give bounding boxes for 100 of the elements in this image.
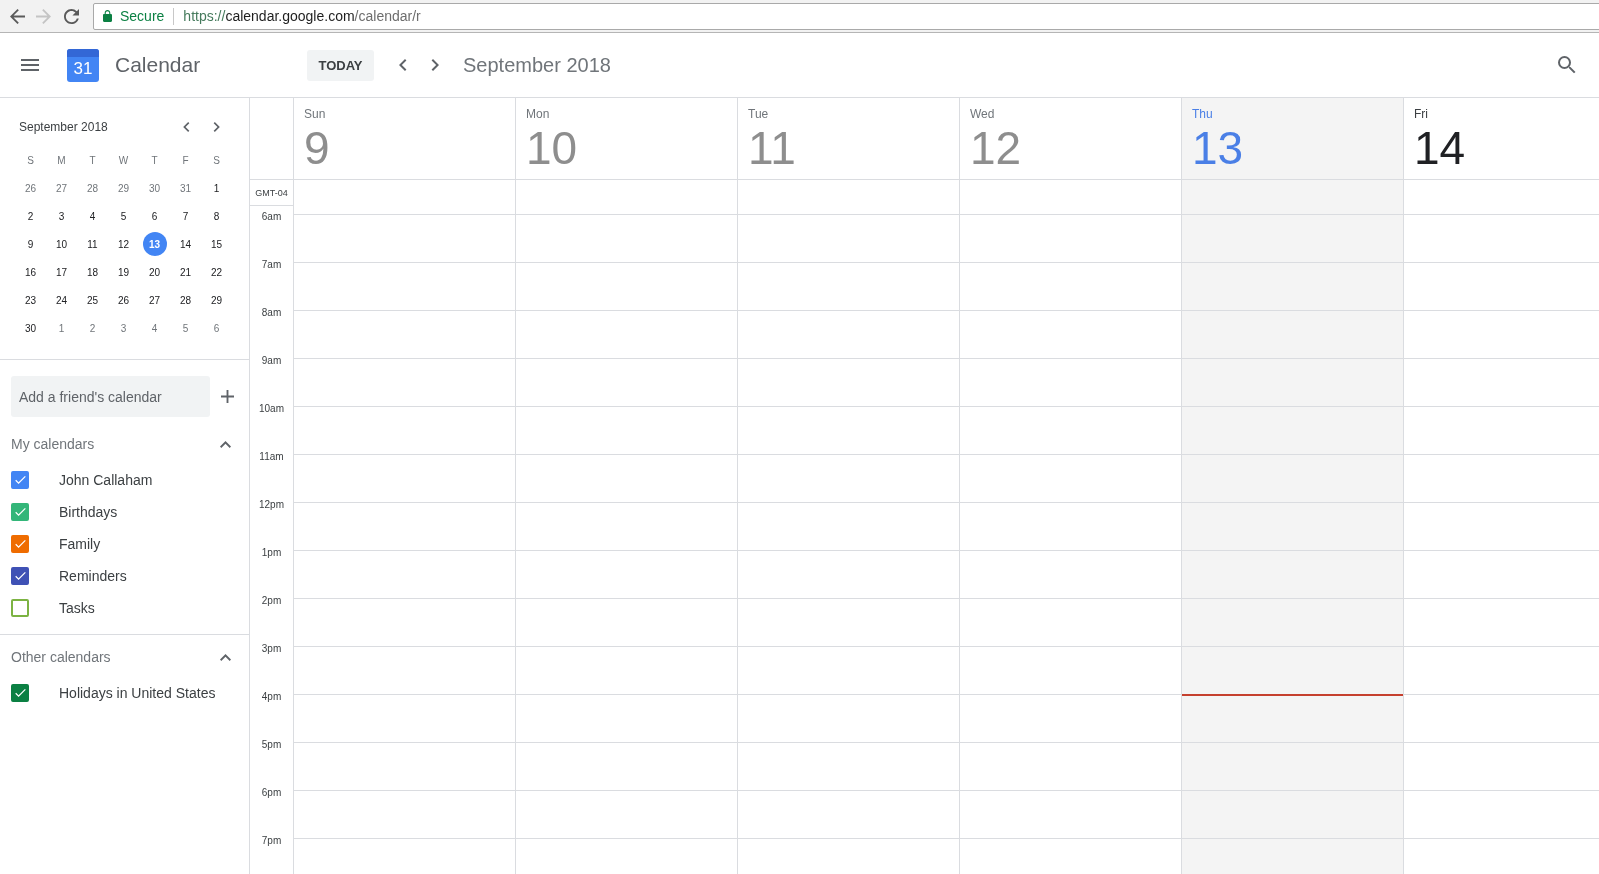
mini-calendar-day[interactable]: 18	[80, 260, 105, 284]
mini-calendar-day[interactable]: 19	[111, 260, 136, 284]
app-logo: 31	[67, 48, 99, 82]
back-button[interactable]	[7, 6, 27, 26]
plus-icon	[220, 390, 234, 403]
chevron-up-icon	[219, 440, 231, 448]
mini-calendar-day[interactable]: 9	[18, 232, 43, 256]
weekday-name: Fri	[1414, 106, 1428, 122]
check-icon	[14, 476, 26, 484]
mini-calendar-day[interactable]: 4	[80, 204, 105, 228]
weekday-name: Wed	[970, 106, 995, 122]
chevron-left-icon	[399, 59, 407, 71]
weekday-label: W	[117, 153, 130, 168]
add-calendar-button[interactable]	[220, 389, 234, 404]
day-number[interactable]: 14	[1414, 124, 1466, 172]
hour-label: 8am	[261, 307, 282, 319]
mini-calendar-day[interactable]: 30	[18, 316, 43, 340]
mini-calendar-day[interactable]: 5	[111, 204, 136, 228]
weekday-name: Sun	[304, 106, 326, 122]
check-icon	[14, 572, 26, 580]
weekday-label: F	[181, 153, 190, 168]
mini-calendar-day[interactable]: 6	[204, 316, 229, 340]
mini-calendar-day[interactable]: 26	[111, 288, 136, 312]
mini-calendar-day[interactable]: 4	[142, 316, 167, 340]
mini-calendar-day[interactable]: 20	[142, 260, 167, 284]
mini-calendar-day[interactable]: 30	[142, 176, 167, 200]
chevron-right-icon	[431, 59, 439, 71]
check-icon	[14, 508, 26, 516]
calendar-checkbox[interactable]	[11, 471, 29, 489]
timezone-label: GMT-04	[250, 180, 293, 206]
calendar-checkbox[interactable]	[11, 535, 29, 553]
hour-label: 2pm	[261, 595, 282, 607]
mini-calendar-day[interactable]: 23	[18, 288, 43, 312]
mini-calendar-day[interactable]: 28	[80, 176, 105, 200]
mini-calendar-day[interactable]: 5	[173, 316, 198, 340]
calendar-checkbox[interactable]	[11, 567, 29, 585]
calendar-checkbox[interactable]	[11, 684, 29, 702]
weekday-label: T	[88, 153, 97, 168]
mini-calendar-day[interactable]: 1	[49, 316, 74, 340]
mini-calendar-day[interactable]: 6	[142, 204, 167, 228]
address-bar[interactable]: Secure https://calendar.google.com/calendar/r	[93, 2, 1599, 30]
mini-calendar-title: September 2018	[19, 120, 108, 134]
mini-calendar-day[interactable]: 22	[204, 260, 229, 284]
mini-calendar-day[interactable]: 21	[173, 260, 198, 284]
mini-calendar-day[interactable]: 13	[142, 232, 167, 256]
hour-label: 7pm	[261, 835, 282, 847]
mini-calendar-day[interactable]: 3	[49, 204, 74, 228]
mini-calendar-day[interactable]: 8	[204, 204, 229, 228]
mini-calendar-day[interactable]: 26	[18, 176, 43, 200]
mini-calendar-day[interactable]: 25	[80, 288, 105, 312]
mini-calendar-day[interactable]: 11	[80, 232, 105, 256]
mini-calendar-day[interactable]: 3	[111, 316, 136, 340]
reload-button[interactable]	[61, 6, 81, 26]
mini-calendar-day[interactable]: 14	[173, 232, 198, 256]
mini-calendar-day[interactable]: 2	[80, 316, 105, 340]
mini-calendar-day[interactable]: 15	[204, 232, 229, 256]
weekday-label: M	[56, 153, 67, 168]
mini-calendar-day[interactable]: 1	[204, 176, 229, 200]
hour-label: 12pm	[259, 499, 284, 511]
padlock-icon	[103, 10, 112, 22]
mini-calendar-day[interactable]: 2	[18, 204, 43, 228]
calendar-name: Reminders	[59, 568, 127, 584]
chevron-up-icon	[219, 653, 231, 661]
section-title: Other calendars	[11, 649, 111, 665]
mini-calendar-day[interactable]: 27	[49, 176, 74, 200]
mini-calendar-day[interactable]: 7	[173, 204, 198, 228]
calendar-name: John Callaham	[59, 472, 153, 488]
calendar-name: Holidays in United States	[59, 685, 216, 701]
calendar-checkbox[interactable]	[11, 503, 29, 521]
mini-calendar-day[interactable]: 27	[142, 288, 167, 312]
mini-calendar-day[interactable]: 10	[49, 232, 74, 256]
hour-label: 9am	[261, 355, 282, 367]
search-button[interactable]	[1557, 55, 1577, 75]
weekday-name: Thu	[1192, 106, 1213, 122]
menu-icon	[21, 59, 39, 71]
mini-calendar-day[interactable]: 29	[204, 288, 229, 312]
calendar-name: Family	[59, 536, 101, 552]
mini-calendar-day[interactable]: 24	[49, 288, 74, 312]
mini-calendar-day[interactable]: 12	[111, 232, 136, 256]
chevron-left-icon	[182, 122, 190, 132]
hour-label: 10am	[259, 403, 284, 415]
hour-label: 4pm	[261, 691, 282, 703]
security-label: Secure	[120, 8, 165, 24]
weekday-label: T	[150, 153, 159, 168]
mini-calendar-day[interactable]: 28	[173, 288, 198, 312]
hour-label: 6pm	[261, 787, 282, 799]
hour-label: 3pm	[261, 643, 282, 655]
mini-calendar-day[interactable]: 16	[18, 260, 43, 284]
mini-calendar-day[interactable]: 29	[111, 176, 136, 200]
hour-label: 5pm	[261, 739, 282, 751]
today-button[interactable]: TODAY	[307, 49, 374, 81]
mini-calendar-day[interactable]: 31	[173, 176, 198, 200]
weekday-name: Mon	[526, 106, 550, 122]
add-calendar-field[interactable]: Add a friend's calendar	[11, 376, 210, 417]
weekday-label: S	[212, 153, 221, 168]
calendar-checkbox[interactable]	[11, 599, 29, 617]
hour-label: 11am	[259, 451, 284, 463]
weekday-label: S	[26, 153, 35, 168]
mini-calendar-day[interactable]: 17	[49, 260, 74, 284]
current-period: September 2018	[463, 53, 611, 77]
